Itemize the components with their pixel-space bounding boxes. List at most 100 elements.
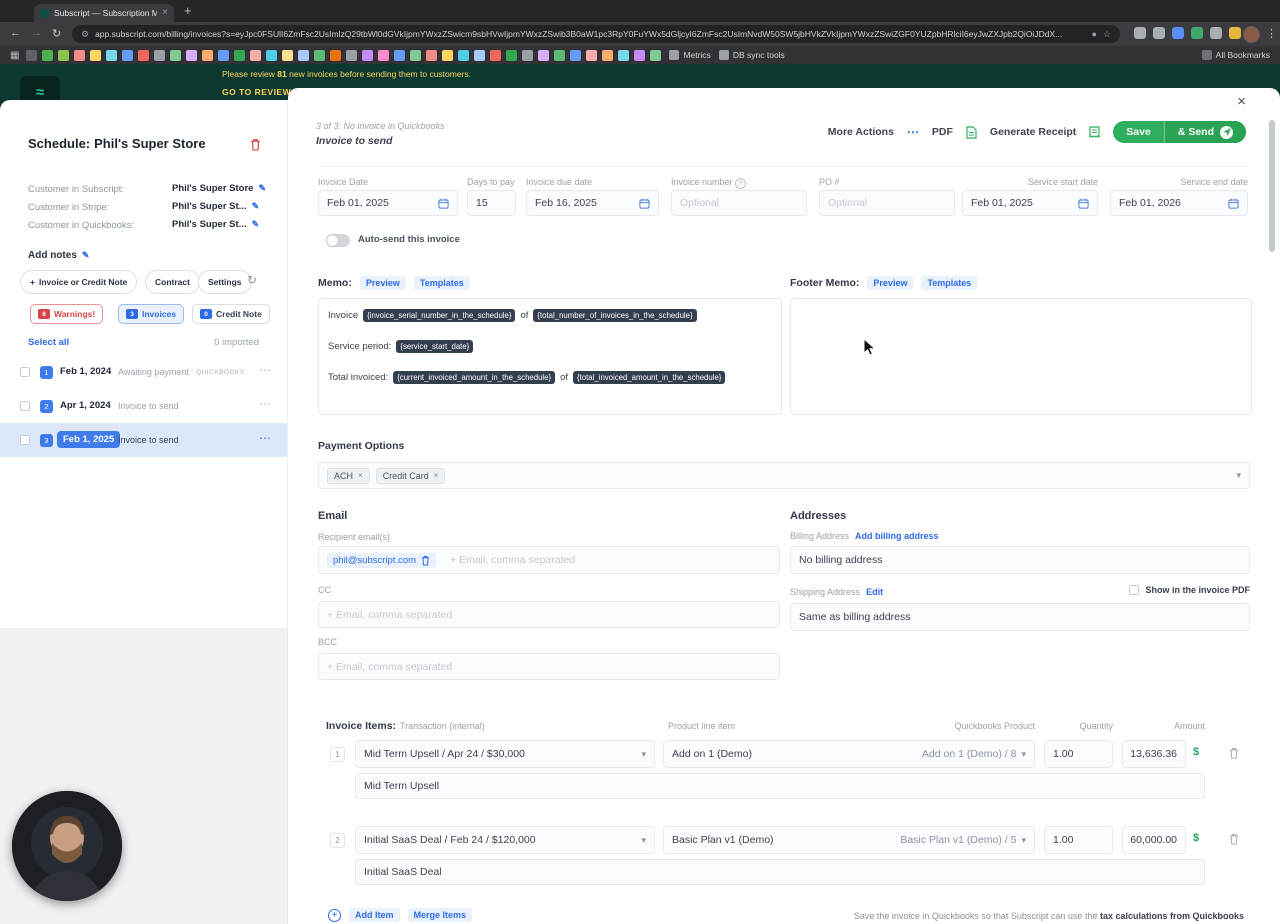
service-end-input[interactable]: Feb 01, 2026 [1110,190,1248,216]
invoice-row-3-selected[interactable]: 3 Feb 1, 2025 Invoice to send ⋯ [0,423,287,457]
row-menu-icon[interactable]: ⋯ [259,397,271,411]
extension-icon[interactable] [1172,27,1184,39]
show-in-pdf-checkbox[interactable] [1129,585,1140,595]
edit-icon[interactable]: ✎ [258,183,266,193]
close-icon[interactable]: × [1233,90,1250,113]
favicon[interactable] [298,49,310,61]
memo-templates-button[interactable]: Templates [413,276,470,290]
extension-icon[interactable] [1134,27,1146,39]
memo-editor[interactable]: Invoice {invoice_serial_number_in_the_sc… [318,298,782,415]
service-start-input[interactable]: Feb 01, 2025 [962,190,1098,216]
favicon[interactable] [650,49,662,61]
po-input[interactable]: Optional [819,190,955,216]
favicon[interactable] [474,49,486,61]
favicon[interactable] [170,49,182,61]
tab-warnings[interactable]: 8 Warnings! [30,304,104,324]
memo-preview-button[interactable]: Preview [359,276,406,290]
go-to-review-button[interactable]: GO TO REVIEW [222,87,291,97]
favicon[interactable] [522,49,534,61]
favicon[interactable] [506,49,518,61]
quantity-input-1[interactable]: 1.00 [1044,740,1113,768]
refresh-icon[interactable]: ↻ [247,273,257,287]
footer-memo-preview-button[interactable]: Preview [867,276,914,290]
transaction-select-2[interactable]: Initial SaaS Deal / Feb 24 / $120,000 ▾ [355,826,655,854]
favicon[interactable] [394,49,406,61]
row-menu-icon[interactable]: ⋯ [259,431,271,445]
calendar-icon[interactable] [438,198,449,209]
browser-menu-icon[interactable]: ⋮ [1266,27,1277,40]
row-checkbox[interactable] [20,401,30,411]
contract-button[interactable]: Contract [145,270,200,294]
payment-chip-credit-card[interactable]: Credit Card × [375,467,446,484]
favicon[interactable] [378,49,390,61]
amount-input-1[interactable]: 13,636.36 [1122,740,1186,768]
favicon[interactable] [538,49,550,61]
favicon[interactable] [42,49,54,61]
favicon[interactable] [250,49,262,61]
add-billing-address-link[interactable]: Add billing address [855,531,939,541]
generate-receipt-button[interactable]: Generate Receipt [990,126,1076,138]
favicon[interactable] [490,49,502,61]
tab-invoices[interactable]: 3 Invoices [118,304,185,324]
favicon[interactable] [330,49,342,61]
favicon[interactable] [154,49,166,61]
forward-icon[interactable]: → [31,27,42,39]
new-invoice-button[interactable]: + Invoice or Credit Note [20,270,138,294]
quickbooks-product-select-1[interactable]: Add on 1 (Demo) / 8 ▾ [922,748,1026,760]
row-checkbox[interactable] [20,435,30,445]
bookmark-star-icon[interactable]: ☆ [1103,29,1111,40]
favicon[interactable] [186,49,198,61]
calendar-icon[interactable] [1228,198,1239,209]
favicon[interactable] [634,49,646,61]
tab-close-icon[interactable]: × [162,8,168,18]
merge-items-button[interactable]: Merge Items [407,908,473,922]
favicon[interactable] [346,49,358,61]
favicon[interactable] [410,49,422,61]
back-icon[interactable]: ← [10,27,21,39]
quickbooks-product-select-2[interactable]: Basic Plan v1 (Demo) / 5 ▾ [900,834,1026,846]
row-checkbox[interactable] [20,367,30,377]
row-menu-icon[interactable]: ⋯ [259,363,271,377]
bookmark-db-sync-tools[interactable]: DB sync tools [718,50,785,60]
edit-icon[interactable]: ✎ [252,219,260,229]
favicon[interactable] [90,49,102,61]
recipient-emails-input[interactable]: phil@subscript.com + Email, comma separa… [318,546,780,574]
remove-icon[interactable]: × [358,471,363,480]
edit-icon[interactable]: ✎ [252,201,260,211]
profile-avatar[interactable] [1243,26,1260,43]
favicon[interactable] [266,49,278,61]
remove-email-trash-icon[interactable] [421,555,430,566]
favicon[interactable] [282,49,294,61]
payment-chip-ach[interactable]: ACH × [327,467,370,484]
settings-button[interactable]: Settings [198,270,252,294]
item-description-input-2[interactable]: Initial SaaS Deal [355,859,1205,885]
delete-schedule-icon[interactable] [250,138,261,151]
invoice-row-1[interactable]: 1 Feb 1, 2024 Awaiting payment QUICKBOOK… [0,355,287,389]
favicon[interactable] [138,49,150,61]
favicon[interactable] [586,49,598,61]
calendar-icon[interactable] [639,198,650,209]
url-bar[interactable]: ⚙ app.subscript.com/billing/invoices?s=e… [72,25,1120,43]
favicon[interactable] [618,49,630,61]
favicon[interactable] [122,49,134,61]
browser-tab[interactable]: Subscript — Subscription Ma × [34,4,174,22]
favicon[interactable] [442,49,454,61]
payment-options-select[interactable]: ACH × Credit Card × ▾ [318,462,1250,489]
extension-icon[interactable] [1153,27,1165,39]
add-notes-link[interactable]: Add notes ✎ [28,250,89,261]
bookmark-metrics[interactable]: Metrics [669,50,711,60]
reload-icon[interactable]: ↻ [52,27,61,40]
pdf-button[interactable]: PDF [932,126,953,138]
delete-item-icon[interactable] [1229,833,1239,845]
recipient-email-chip[interactable]: phil@subscript.com [327,552,437,568]
favicon[interactable] [74,49,86,61]
footer-memo-templates-button[interactable]: Templates [921,276,978,290]
favicon[interactable] [58,49,70,61]
add-item-plus-icon[interactable]: + [328,908,341,922]
add-item-button[interactable]: Add Item [349,908,400,922]
url-extra-icon[interactable]: ● [1091,29,1096,39]
favicon[interactable] [458,49,470,61]
edit-shipping-link[interactable]: Edit [866,587,883,597]
invoice-number-input[interactable]: Optional [671,190,807,216]
invoice-row-2[interactable]: 2 Apr 1, 2024 Invoice to send ⋯ [0,389,287,423]
